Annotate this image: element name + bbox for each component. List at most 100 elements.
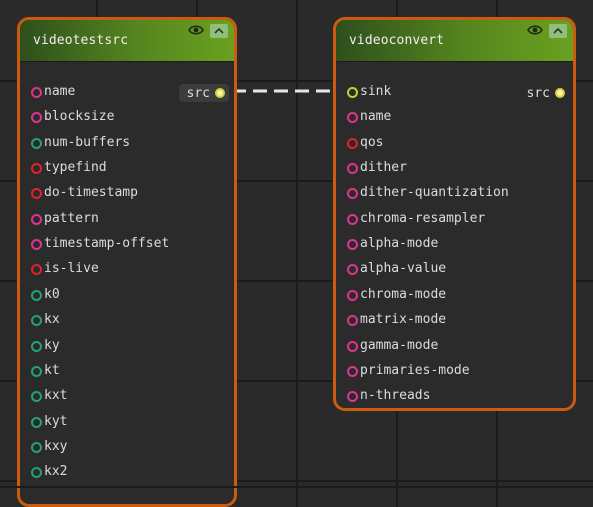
property-label: timestamp-offset (44, 236, 170, 252)
node-videotestsrc[interactable]: videotestsrc src name blocksize num-buffer… (17, 17, 237, 507)
property-row[interactable]: kx (20, 310, 234, 330)
property-label: kt (44, 362, 60, 378)
property-pad-connector[interactable] (347, 315, 358, 327)
property-label: typefind (44, 160, 107, 176)
property-pad-connector[interactable] (31, 188, 42, 200)
property-label: kx2 (44, 464, 68, 480)
property-label: sink (360, 84, 392, 99)
property-label: blocksize (44, 109, 115, 125)
property-row[interactable]: dither (336, 158, 573, 178)
node-title: videoconvert (349, 33, 445, 48)
property-row[interactable]: chroma-resampler (336, 209, 573, 229)
property-label: kx (44, 312, 60, 328)
property-row[interactable]: dither-quantization (336, 183, 573, 203)
property-row[interactable]: alpha-mode (336, 234, 573, 254)
property-row[interactable]: matrix-mode (336, 310, 573, 330)
property-row[interactable]: primaries-mode (336, 361, 573, 381)
property-label: num-buffers (44, 134, 131, 150)
property-row[interactable]: gamma-mode (336, 336, 573, 356)
property-label: chroma-mode (360, 286, 447, 302)
property-row[interactable]: chroma-mode (336, 285, 573, 305)
property-label: kxy (44, 438, 68, 454)
property-label: pattern (44, 210, 99, 226)
property-label: matrix-mode (360, 312, 447, 328)
property-pad-connector[interactable] (31, 441, 42, 453)
property-pad-connector[interactable] (347, 163, 358, 175)
property-row[interactable]: kx2 (20, 462, 234, 482)
node-title: videotestsrc (33, 33, 129, 48)
property-row[interactable]: typefind (20, 158, 234, 178)
property-pad-connector[interactable] (347, 340, 358, 352)
property-pad-connector[interactable] (31, 239, 42, 251)
chevron-up-icon (214, 28, 224, 34)
property-label: do-timestamp (44, 185, 138, 201)
property-label: qos (360, 134, 384, 150)
property-label: dither-quantization (360, 185, 509, 201)
property-label: chroma-resampler (360, 210, 486, 226)
property-label: n-threads (360, 388, 431, 404)
property-row[interactable]: name (20, 82, 234, 102)
property-pad-connector[interactable] (31, 391, 42, 403)
property-row[interactable]: n-threads (336, 386, 573, 406)
property-row[interactable]: kt (20, 361, 234, 381)
property-label: dither (360, 160, 407, 176)
property-row[interactable]: ky (20, 336, 234, 356)
eye-icon[interactable] (527, 24, 543, 36)
property-pad-connector[interactable] (347, 391, 358, 403)
property-pad-connector[interactable] (31, 467, 42, 479)
property-label: name (44, 84, 76, 99)
property-label: kyt (44, 413, 68, 429)
property-pad-connector[interactable] (347, 289, 358, 301)
property-pad-connector[interactable] (31, 264, 42, 276)
property-row[interactable]: blocksize (20, 107, 234, 127)
property-row[interactable]: qos (336, 133, 573, 153)
property-row[interactable]: timestamp-offset (20, 234, 234, 254)
node-header[interactable]: videoconvert (336, 20, 573, 62)
property-label: name (360, 109, 392, 125)
property-pad-connector[interactable] (347, 112, 358, 124)
pipeline-canvas[interactable]: videotestsrc src name blocksize num-buffer… (0, 0, 593, 507)
property-pad-connector[interactable] (31, 137, 42, 149)
property-row[interactable]: kyt (20, 412, 234, 432)
property-label: alpha-value (360, 261, 447, 277)
eye-icon[interactable] (188, 24, 204, 36)
property-row[interactable]: name (336, 107, 573, 127)
property-pad-connector[interactable] (31, 340, 42, 352)
property-row[interactable]: kxy (20, 437, 234, 457)
node-videoconvert[interactable]: videoconvert src sink name qos dither dither… (333, 17, 576, 411)
property-pad-connector[interactable] (347, 188, 358, 200)
collapse-button[interactable] (210, 24, 228, 38)
property-pad-connector[interactable] (31, 213, 42, 225)
property-pad-connector[interactable] (31, 315, 42, 327)
property-row[interactable]: do-timestamp (20, 183, 234, 203)
collapse-button[interactable] (549, 24, 567, 38)
property-row[interactable]: alpha-value (336, 259, 573, 279)
node-header[interactable]: videotestsrc (20, 20, 234, 62)
property-row[interactable]: num-buffers (20, 133, 234, 153)
property-pad-connector[interactable] (347, 365, 358, 377)
property-row[interactable]: sink (336, 82, 573, 102)
property-pad-connector[interactable] (347, 213, 358, 225)
property-pad-connector[interactable] (347, 239, 358, 251)
property-pad-connector[interactable] (31, 289, 42, 301)
property-pad-connector[interactable] (347, 264, 358, 276)
property-label: gamma-mode (360, 337, 439, 353)
property-label: alpha-mode (360, 236, 439, 252)
property-row[interactable]: pattern (20, 209, 234, 229)
property-pad-connector[interactable] (31, 365, 42, 377)
property-row[interactable]: kxt (20, 386, 234, 406)
property-label: kxt (44, 388, 68, 404)
property-pad-connector[interactable] (347, 87, 358, 98)
property-label: k0 (44, 286, 60, 302)
property-label: ky (44, 337, 60, 353)
property-row[interactable]: is-live (20, 259, 234, 279)
property-pad-connector[interactable] (31, 416, 42, 428)
property-row[interactable]: k0 (20, 285, 234, 305)
chevron-up-icon (553, 28, 563, 34)
property-label: is-live (44, 261, 99, 277)
property-label: primaries-mode (360, 362, 470, 378)
property-pad-connector[interactable] (31, 163, 42, 175)
property-pad-connector[interactable] (31, 112, 42, 124)
property-pad-connector[interactable] (31, 87, 42, 98)
property-pad-connector[interactable] (347, 137, 358, 149)
